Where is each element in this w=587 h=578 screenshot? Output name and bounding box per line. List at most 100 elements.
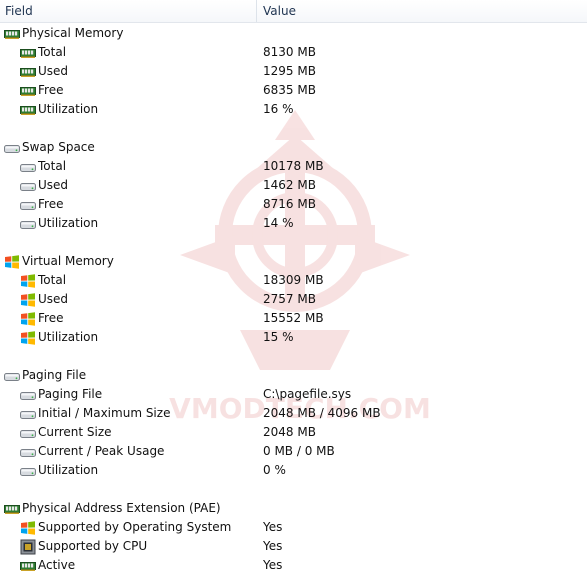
field-value: 14 %: [263, 216, 294, 230]
tree-item-row[interactable]: Used 1462 MB: [0, 176, 587, 195]
tree-group-row[interactable]: Physical Address Extension (PAE): [0, 499, 587, 518]
disk-icon: [20, 406, 36, 422]
properties-tree: Physical Memory Total 8130 MB Used 1295 MB Fr…: [0, 24, 587, 575]
disk-icon: [20, 425, 36, 441]
tree-item-row[interactable]: Free 6835 MB: [0, 81, 587, 100]
tree-item-row[interactable]: Initial / Maximum Size 2048 MB / 4096 MB: [0, 404, 587, 423]
tree-item-row[interactable]: Utilization 16 %: [0, 100, 587, 119]
field-value: 15552 MB: [263, 311, 324, 325]
field-label: Utilization: [38, 102, 99, 116]
tree-group-row[interactable]: Virtual Memory: [0, 252, 587, 271]
field-label: Total: [38, 159, 67, 173]
disk-icon: [4, 368, 20, 384]
field-label: Free: [38, 311, 64, 325]
field-label: Supported by CPU: [38, 539, 148, 553]
field-value: 0 MB / 0 MB: [263, 444, 335, 458]
windows-icon: [20, 330, 36, 346]
disk-icon: [20, 387, 36, 403]
tree-group-row[interactable]: Swap Space: [0, 138, 587, 157]
field-label: Used: [38, 64, 69, 78]
tree-item-row[interactable]: Free 8716 MB: [0, 195, 587, 214]
disk-icon: [20, 159, 36, 175]
tree-item-row[interactable]: Utilization 0 %: [0, 461, 587, 480]
field-value: Yes: [263, 539, 283, 553]
disk-icon: [20, 463, 36, 479]
tree-group-row[interactable]: Paging File: [0, 366, 587, 385]
field-label: Free: [38, 83, 64, 97]
windows-icon: [20, 520, 36, 536]
field-value: 2757 MB: [263, 292, 316, 306]
tree-item-row[interactable]: Free 15552 MB: [0, 309, 587, 328]
tree-item-row[interactable]: Total 10178 MB: [0, 157, 587, 176]
disk-icon: [4, 140, 20, 156]
tree-item-row[interactable]: Paging File C:\pagefile.sys: [0, 385, 587, 404]
field-label: Total: [38, 273, 67, 287]
value-column-header[interactable]: Value: [263, 0, 583, 22]
ram-icon: [20, 83, 36, 99]
windows-icon: [4, 254, 20, 270]
tree-item-row[interactable]: Used 2757 MB: [0, 290, 587, 309]
field-label: Used: [38, 178, 69, 192]
ram-icon: [20, 558, 36, 574]
field-value: 6835 MB: [263, 83, 316, 97]
field-label: Total: [38, 45, 67, 59]
tree-item-row[interactable]: Utilization 14 %: [0, 214, 587, 233]
windows-icon: [20, 292, 36, 308]
column-divider[interactable]: [256, 0, 257, 22]
field-label: Initial / Maximum Size: [38, 406, 171, 420]
field-label: Active: [38, 558, 76, 572]
field-value: 18309 MB: [263, 273, 324, 287]
tree-item-row[interactable]: Utilization 15 %: [0, 328, 587, 347]
tree-group-row[interactable]: Physical Memory: [0, 24, 587, 43]
group-label: Virtual Memory: [22, 254, 114, 268]
field-value: 8716 MB: [263, 197, 316, 211]
field-column-header[interactable]: Field: [5, 0, 255, 22]
ram-icon: [4, 501, 20, 517]
ram-icon: [20, 64, 36, 80]
field-label: Current / Peak Usage: [38, 444, 165, 458]
group-label: Swap Space: [22, 140, 95, 154]
field-label: Paging File: [38, 387, 103, 401]
field-value: 10178 MB: [263, 159, 324, 173]
group-label: Physical Address Extension (PAE): [22, 501, 221, 515]
field-value: 0 %: [263, 463, 286, 477]
cpu-icon: [20, 539, 36, 555]
tree-item-row[interactable]: Used 1295 MB: [0, 62, 587, 81]
tree-item-row[interactable]: Total 8130 MB: [0, 43, 587, 62]
field-label: Utilization: [38, 330, 99, 344]
field-value: 15 %: [263, 330, 294, 344]
ram-icon: [20, 45, 36, 61]
tree-item-row[interactable]: Current Size 2048 MB: [0, 423, 587, 442]
group-label: Physical Memory: [22, 26, 124, 40]
field-value: 2048 MB / 4096 MB: [263, 406, 381, 420]
field-label: Utilization: [38, 463, 99, 477]
disk-icon: [20, 197, 36, 213]
field-value: 2048 MB: [263, 425, 316, 439]
field-value: Yes: [263, 520, 283, 534]
tree-item-row[interactable]: Current / Peak Usage 0 MB / 0 MB: [0, 442, 587, 461]
ram-icon: [20, 102, 36, 118]
field-label: Current Size: [38, 425, 112, 439]
tree-item-row[interactable]: Supported by Operating System Yes: [0, 518, 587, 537]
tree-item-row[interactable]: Total 18309 MB: [0, 271, 587, 290]
disk-icon: [20, 178, 36, 194]
field-value: 1295 MB: [263, 64, 316, 78]
field-label: Free: [38, 197, 64, 211]
field-label: Supported by Operating System: [38, 520, 232, 534]
disk-icon: [20, 216, 36, 232]
field-label: Utilization: [38, 216, 99, 230]
group-label: Paging File: [22, 368, 87, 382]
field-value: Yes: [263, 558, 283, 572]
windows-icon: [20, 311, 36, 327]
tree-item-row[interactable]: Supported by CPU Yes: [0, 537, 587, 556]
field-label: Used: [38, 292, 69, 306]
field-value: 8130 MB: [263, 45, 316, 59]
column-header: Field Value: [0, 0, 587, 23]
field-value: 16 %: [263, 102, 294, 116]
disk-icon: [20, 444, 36, 460]
tree-item-row[interactable]: Active Yes: [0, 556, 587, 575]
ram-icon: [4, 26, 20, 42]
